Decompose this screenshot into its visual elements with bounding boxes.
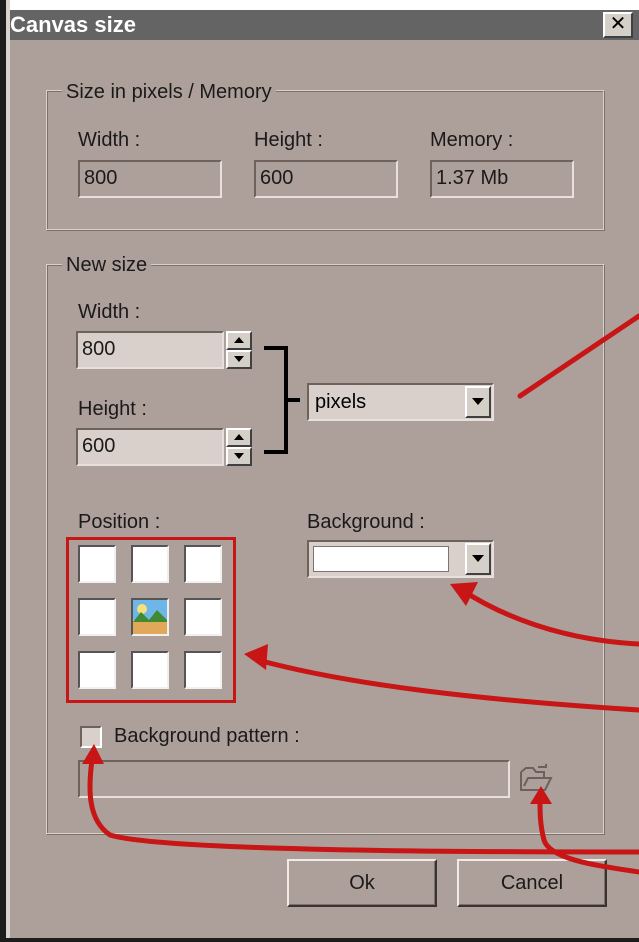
position-center[interactable] (131, 598, 169, 636)
position-bottom-left[interactable] (78, 651, 116, 689)
position-top-right[interactable] (184, 545, 222, 583)
cancel-button[interactable]: Cancel (457, 859, 607, 907)
arrow-up-icon (234, 434, 244, 440)
link-bracket (264, 346, 300, 454)
new-width-label: Width : (78, 301, 141, 323)
frame-top (0, 0, 639, 10)
chevron-down-icon (472, 398, 484, 405)
background-pattern-path-input[interactable] (78, 760, 510, 798)
frame-left (0, 0, 10, 942)
position-label: Position : (78, 511, 161, 533)
new-height-input[interactable]: 600 (76, 428, 224, 466)
current-width-field: 800 (78, 160, 222, 198)
background-pattern-label: Background pattern : (114, 725, 300, 747)
arrow-down-icon (234, 356, 244, 362)
canvas-size-dialog: Canvas size ✕ Size in pixels / Memory Wi… (0, 0, 639, 942)
current-height-label: Height : (254, 129, 323, 151)
background-color-swatch (313, 546, 449, 572)
width-spin-down[interactable] (226, 350, 252, 369)
background-color-select[interactable] (307, 540, 494, 578)
width-spin-up[interactable] (226, 331, 252, 350)
new-width-input[interactable]: 800 (76, 331, 224, 369)
folder-open-icon[interactable] (518, 764, 554, 794)
position-top-center[interactable] (131, 545, 169, 583)
dialog-title: Canvas size (10, 12, 136, 37)
arrow-up-icon (234, 337, 244, 343)
size-memory-group-label: Size in pixels / Memory (62, 80, 276, 104)
close-button[interactable]: ✕ (603, 12, 633, 38)
memory-label: Memory : (430, 129, 514, 151)
position-top-left[interactable] (78, 545, 116, 583)
unit-dropdown-button[interactable] (465, 386, 491, 418)
position-middle-left[interactable] (78, 598, 116, 636)
position-middle-right[interactable] (184, 598, 222, 636)
landscape-image-icon (133, 600, 167, 634)
current-height-field: 600 (254, 160, 398, 198)
background-pattern-checkbox[interactable] (80, 726, 102, 748)
background-dropdown-button[interactable] (465, 543, 491, 575)
frame-bottom (0, 938, 639, 942)
position-bottom-right[interactable] (184, 651, 222, 689)
unit-select[interactable]: pixels (307, 383, 494, 421)
new-height-label: Height : (78, 398, 147, 420)
memory-field: 1.37 Mb (430, 160, 574, 198)
height-spin-up[interactable] (226, 428, 252, 447)
background-label: Background : (307, 511, 425, 533)
height-spin-down[interactable] (226, 447, 252, 466)
position-bottom-center[interactable] (131, 651, 169, 689)
new-width-spinner[interactable] (226, 331, 252, 369)
ok-button[interactable]: Ok (287, 859, 437, 907)
unit-select-value: pixels (315, 391, 367, 413)
current-width-label: Width : (78, 129, 141, 151)
chevron-down-icon (472, 555, 484, 562)
new-height-spinner[interactable] (226, 428, 252, 466)
new-size-group-label: New size (62, 253, 152, 277)
close-icon: ✕ (609, 13, 627, 35)
arrow-down-icon (234, 453, 244, 459)
